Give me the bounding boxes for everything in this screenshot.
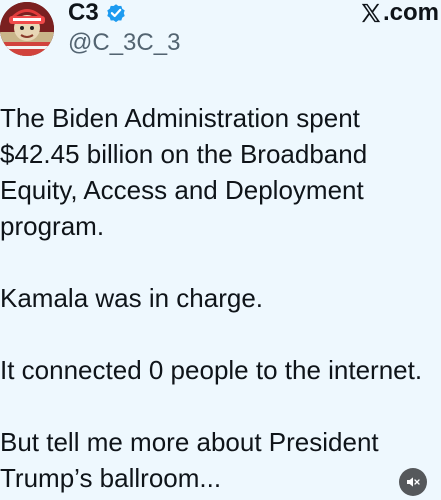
verified-badge-icon — [105, 2, 127, 24]
name-row: C3 — [68, 0, 127, 26]
post-line: Trump’s ballroom... — [0, 463, 222, 493]
brand-domain-suffix: .com — [382, 0, 439, 26]
post-line: Kamala was in charge. — [0, 283, 264, 313]
post-line: The Biden Administration spent — [0, 103, 360, 133]
post-paragraph: But tell me more about President Trump’s… — [0, 424, 441, 496]
post-line: $42.45 billion on the Broadband — [0, 139, 368, 169]
post-paragraph: It connected 0 people to the internet. — [0, 352, 441, 388]
muted-speaker-icon — [407, 477, 420, 487]
post-line: It connected 0 people to the internet. — [0, 355, 423, 385]
post-line: Equity, Access and Deployment — [0, 175, 364, 205]
display-name[interactable]: C3 — [68, 0, 99, 26]
handle[interactable]: @C_3C_3 — [68, 30, 180, 56]
post-line: But tell me more about President — [0, 427, 379, 457]
x-brand: .com — [360, 0, 439, 26]
post-text: The Biden Administration spent $42.45 bi… — [0, 100, 441, 496]
avatar[interactable] — [0, 2, 54, 56]
post-paragraph: Kamala was in charge. — [0, 280, 441, 316]
mute-toggle-button[interactable] — [399, 468, 427, 496]
post-paragraph: The Biden Administration spent $42.45 bi… — [0, 100, 441, 244]
x-logo-icon — [361, 3, 381, 23]
avatar-image — [0, 2, 54, 56]
post-line: program. — [0, 211, 105, 241]
post-header: C3 @C_3C_3 .com — [0, 0, 441, 70]
